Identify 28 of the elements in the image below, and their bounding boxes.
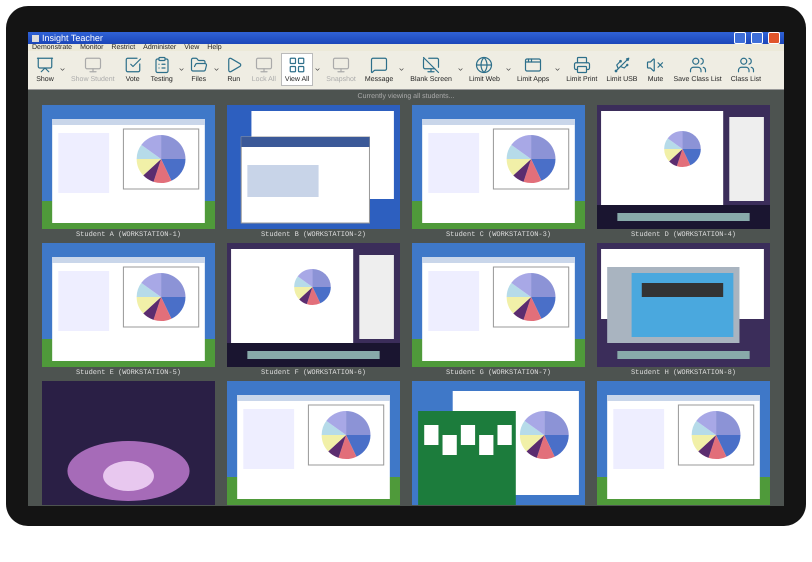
caret-icon[interactable] bbox=[554, 66, 562, 73]
screen-icon bbox=[84, 56, 102, 74]
caret-icon[interactable] bbox=[456, 66, 464, 73]
web-icon bbox=[475, 56, 494, 74]
minimize-button[interactable] bbox=[734, 32, 746, 44]
maximize-button[interactable] bbox=[751, 32, 763, 44]
close-button[interactable] bbox=[768, 32, 780, 44]
window-title: Insight Teacher bbox=[42, 33, 103, 43]
caret-icon[interactable] bbox=[398, 66, 406, 73]
usb-icon bbox=[612, 56, 631, 74]
vote-icon bbox=[124, 56, 142, 74]
app-icon bbox=[32, 34, 39, 42]
grid-icon bbox=[288, 56, 306, 74]
apps-icon bbox=[524, 56, 542, 74]
files-icon bbox=[190, 56, 208, 74]
print-icon bbox=[572, 56, 591, 74]
users-icon bbox=[736, 56, 755, 74]
caret-icon[interactable] bbox=[178, 66, 185, 73]
mute-icon bbox=[646, 56, 664, 74]
caret-icon[interactable] bbox=[504, 66, 512, 73]
caret-icon[interactable] bbox=[59, 66, 66, 73]
caret-icon[interactable] bbox=[314, 66, 322, 73]
testing-icon bbox=[152, 56, 171, 74]
message-icon bbox=[370, 56, 388, 74]
users-icon bbox=[688, 56, 707, 74]
caret-icon[interactable] bbox=[212, 66, 220, 73]
screen-icon bbox=[254, 56, 273, 74]
screen-icon bbox=[332, 56, 350, 74]
